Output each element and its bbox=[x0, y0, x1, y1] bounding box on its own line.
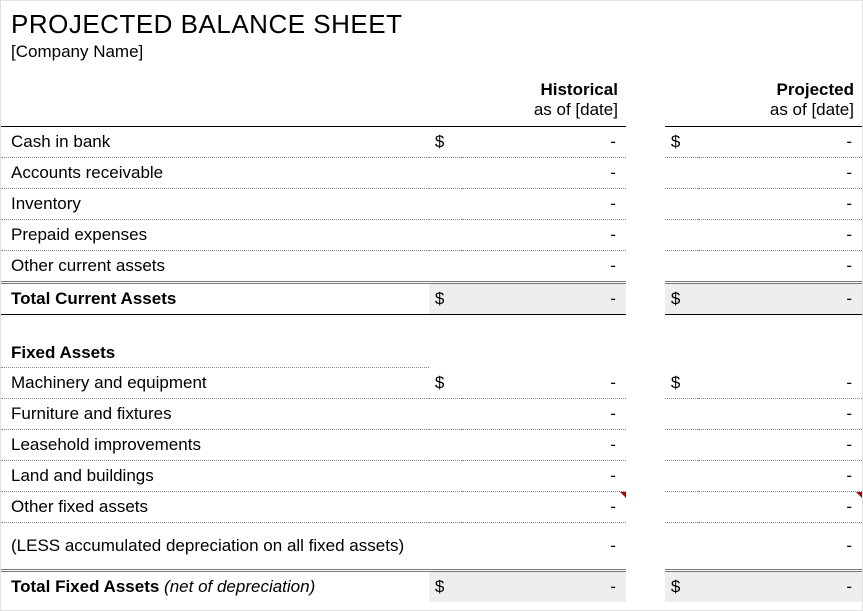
row-label: Accounts receivable bbox=[1, 158, 429, 189]
row-label: (LESS accumulated depreciation on all fi… bbox=[1, 523, 429, 571]
currency-symbol bbox=[665, 430, 698, 461]
historical-value: - bbox=[462, 251, 626, 283]
table-row: Machinery and equipment$-$- bbox=[1, 368, 862, 399]
historical-value: - bbox=[462, 523, 626, 571]
currency-symbol: $ bbox=[665, 127, 698, 158]
historical-value: - bbox=[462, 492, 626, 523]
company-name: [Company Name] bbox=[1, 42, 862, 80]
projected-subheader: as of [date] bbox=[665, 100, 862, 127]
table-row: Furniture and fixtures - - bbox=[1, 399, 862, 430]
column-subheader-row: as of [date] as of [date] bbox=[1, 100, 862, 127]
currency-symbol bbox=[665, 220, 698, 251]
currency-symbol: $ bbox=[429, 127, 462, 158]
page-title: PROJECTED BALANCE SHEET bbox=[1, 9, 862, 42]
currency-symbol bbox=[429, 399, 462, 430]
currency-symbol bbox=[665, 251, 698, 283]
historical-value: - bbox=[462, 220, 626, 251]
row-label: Prepaid expenses bbox=[1, 220, 429, 251]
table-row: Prepaid expenses - - bbox=[1, 220, 862, 251]
currency-symbol bbox=[665, 189, 698, 220]
historical-value: - bbox=[462, 127, 626, 158]
currency-symbol bbox=[665, 523, 698, 571]
fixed-assets-heading: Fixed Assets bbox=[1, 315, 429, 368]
currency-symbol bbox=[665, 399, 698, 430]
table-row: Land and buildings - - bbox=[1, 461, 862, 492]
historical-value: - bbox=[462, 461, 626, 492]
currency-symbol bbox=[429, 220, 462, 251]
projected-value: - bbox=[698, 368, 862, 399]
total-fixed-assets-row: Total Fixed Assets (net of depreciation)… bbox=[1, 571, 862, 603]
currency-symbol bbox=[665, 158, 698, 189]
table-row: Other current assets - - bbox=[1, 251, 862, 283]
table-row: Accounts receivable - - bbox=[1, 158, 862, 189]
historical-header: Historical bbox=[429, 80, 626, 100]
historical-value: - bbox=[462, 399, 626, 430]
balance-table: Historical Projected as of [date] as of … bbox=[1, 80, 862, 602]
historical-value: - bbox=[462, 430, 626, 461]
currency-symbol: $ bbox=[665, 571, 698, 603]
currency-symbol bbox=[429, 430, 462, 461]
fixed-assets-heading-row: Fixed Assets bbox=[1, 315, 862, 368]
currency-symbol bbox=[429, 461, 462, 492]
projected-value: - bbox=[698, 399, 862, 430]
currency-symbol: $ bbox=[665, 283, 698, 315]
currency-symbol bbox=[665, 461, 698, 492]
projected-value: - bbox=[698, 127, 862, 158]
column-header-row: Historical Projected bbox=[1, 80, 862, 100]
row-label: Inventory bbox=[1, 189, 429, 220]
total-fixed-assets-label-main: Total Fixed Assets bbox=[11, 577, 164, 596]
row-label: Machinery and equipment bbox=[1, 368, 429, 399]
total-fixed-assets-projected: - bbox=[698, 571, 862, 603]
currency-symbol bbox=[429, 492, 462, 523]
projected-value: - bbox=[698, 461, 862, 492]
table-row: Inventory - - bbox=[1, 189, 862, 220]
total-fixed-assets-label-note: (net of depreciation) bbox=[164, 577, 315, 596]
currency-symbol bbox=[665, 492, 698, 523]
row-label: Other fixed assets bbox=[1, 492, 429, 523]
projected-value: - bbox=[698, 220, 862, 251]
row-label: Furniture and fixtures bbox=[1, 399, 429, 430]
balance-sheet: PROJECTED BALANCE SHEET [Company Name] H… bbox=[0, 0, 863, 611]
projected-value: - bbox=[698, 189, 862, 220]
projected-header: Projected bbox=[665, 80, 862, 100]
total-current-assets-label: Total Current Assets bbox=[1, 283, 429, 315]
currency-symbol bbox=[429, 523, 462, 571]
table-row: Leasehold improvements - - bbox=[1, 430, 862, 461]
currency-symbol: $ bbox=[429, 368, 462, 399]
currency-symbol: $ bbox=[429, 283, 462, 315]
historical-value: - bbox=[462, 189, 626, 220]
row-label: Other current assets bbox=[1, 251, 429, 283]
row-label: Leasehold improvements bbox=[1, 430, 429, 461]
table-row: Other fixed assets - - bbox=[1, 492, 862, 523]
historical-subheader: as of [date] bbox=[429, 100, 626, 127]
total-fixed-assets-historical: - bbox=[462, 571, 626, 603]
table-row: Cash in bank$-$- bbox=[1, 127, 862, 158]
currency-symbol bbox=[429, 158, 462, 189]
row-label: Land and buildings bbox=[1, 461, 429, 492]
table-row: (LESS accumulated depreciation on all fi… bbox=[1, 523, 862, 571]
projected-value: - bbox=[698, 158, 862, 189]
projected-value: - bbox=[698, 430, 862, 461]
currency-symbol: $ bbox=[429, 571, 462, 603]
projected-value: - bbox=[698, 523, 862, 571]
projected-value: - bbox=[698, 492, 862, 523]
row-label: Cash in bank bbox=[1, 127, 429, 158]
historical-value: - bbox=[462, 158, 626, 189]
currency-symbol bbox=[429, 189, 462, 220]
total-current-assets-projected: - bbox=[698, 283, 862, 315]
total-current-assets-historical: - bbox=[462, 283, 626, 315]
currency-symbol bbox=[429, 251, 462, 283]
historical-value: - bbox=[462, 368, 626, 399]
projected-value: - bbox=[698, 251, 862, 283]
total-current-assets-row: Total Current Assets $ - $ - bbox=[1, 283, 862, 315]
total-fixed-assets-label: Total Fixed Assets (net of depreciation) bbox=[1, 571, 429, 603]
currency-symbol: $ bbox=[665, 368, 698, 399]
